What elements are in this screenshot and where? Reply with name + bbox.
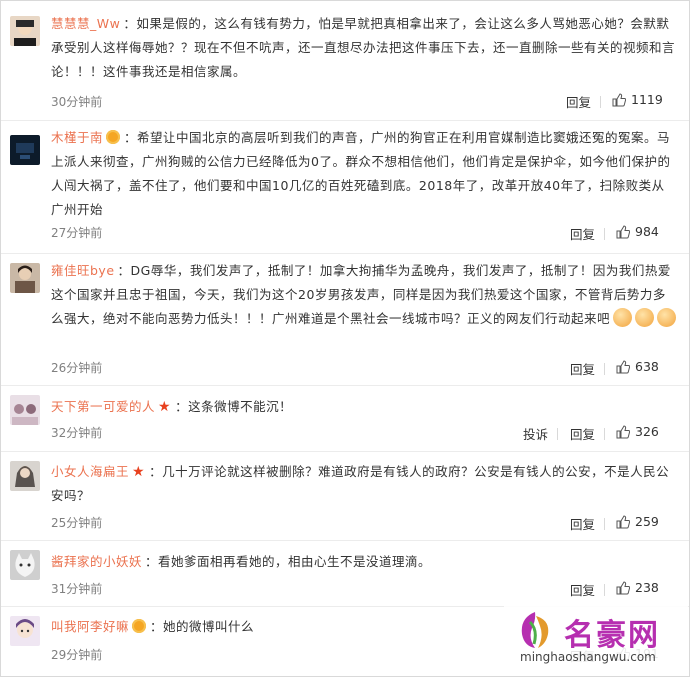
comment-body: ：DG辱华，我们发声了，抵制了！加拿大拘捕华为孟晚舟，我们发声了，抵制了！因为我… xyxy=(51,263,671,326)
like-button[interactable]: 1119 xyxy=(612,92,663,107)
comment-text: 雍佳旺bye ：DG辱华，我们发声了，抵制了！加拿大拘捕华为孟晚舟，我们发声了，抵… xyxy=(51,259,677,331)
reply-button[interactable]: 回复 xyxy=(570,424,595,443)
star-icon: ★ xyxy=(132,464,146,480)
reply-button[interactable]: 回复 xyxy=(570,224,595,243)
like-button[interactable]: 984 xyxy=(616,224,659,239)
like-count: 238 xyxy=(635,580,659,595)
like-count: 326 xyxy=(635,424,659,439)
username-link[interactable]: 雍佳旺bye xyxy=(51,263,115,278)
watermark-title: 名豪网 xyxy=(564,618,660,653)
comment-body: ：希望让中国北京的高层听到我们的声音，广州的狗官正在利用官媒制造比窦娥还冤的冤案… xyxy=(51,130,671,217)
divider xyxy=(557,428,558,440)
username-link[interactable]: 叫我阿李好嘛 xyxy=(51,619,129,634)
username-link[interactable]: 酱拜家的小妖妖 xyxy=(51,554,142,569)
like-count: 638 xyxy=(635,359,659,374)
reply-button[interactable]: 回复 xyxy=(570,580,595,599)
star-icon: ★ xyxy=(158,399,172,415)
thumbs-up-icon xyxy=(616,424,630,438)
like-button[interactable]: 638 xyxy=(616,359,659,374)
thumbs-up-icon xyxy=(616,580,630,594)
comment-body: ：她的微博叫什么 xyxy=(150,619,255,634)
comment-body: ：如果是假的，这么有钱有势力，怕是早就把真相拿出来了，会让这么多人骂她恶心她？会… xyxy=(51,16,676,79)
reply-button[interactable]: 回复 xyxy=(566,92,591,111)
comment-body: ：看她爹面相再看她的，相由心生不是没道理滴。 xyxy=(145,554,432,569)
watermark-logo-icon xyxy=(512,608,558,656)
avatar[interactable] xyxy=(10,461,40,491)
avatar[interactable] xyxy=(10,550,40,580)
comment-item: 小女人海扁王 ★ ：几十万评论就这样被删除？难道政府是有钱人的政府？公安是有钱人的公… xyxy=(1,451,689,541)
reply-button[interactable]: 回复 xyxy=(570,514,595,533)
comment-body: ：这条微博不能沉！ xyxy=(175,399,293,414)
comment-time: 27分钟前 xyxy=(51,226,103,240)
like-button[interactable]: 238 xyxy=(616,580,659,595)
comment-text: 慧慧慧_Ww ：如果是假的，这么有钱有势力，怕是早就把真相拿出来了，会让这么多人骂… xyxy=(51,12,677,84)
like-count: 1119 xyxy=(631,92,663,107)
comment-list: 慧慧慧_Ww ：如果是假的，这么有钱有势力，怕是早就把真相拿出来了，会让这么多人骂… xyxy=(0,0,690,677)
watermark: 名豪网 minghaoshangwu.com xyxy=(504,604,688,676)
fist-emoji-icon xyxy=(635,308,655,327)
divider xyxy=(600,96,601,108)
fist-emoji-icon xyxy=(613,308,633,327)
comment-item: 酱拜家的小妖妖 ：看她爹面相再看她的，相由心生不是没道理滴。 31分钟前 回复 2… xyxy=(1,540,689,607)
fist-emoji-icon xyxy=(657,308,677,327)
avatar[interactable] xyxy=(10,135,40,165)
divider xyxy=(604,363,605,375)
comment-time: 31分钟前 xyxy=(51,582,103,596)
comment-text: 木槿于南 ：希望让中国北京的高层听到我们的声音，广州的狗官正在利用官媒制造比窦娥还… xyxy=(51,126,677,222)
username-link[interactable]: 木槿于南 xyxy=(51,130,103,145)
watermark-url: minghaoshangwu.com xyxy=(520,650,656,664)
username-link[interactable]: 慧慧慧_Ww xyxy=(51,16,120,31)
username-link[interactable]: 天下第一可爱的人 xyxy=(51,399,155,414)
thumbs-up-icon xyxy=(616,359,630,373)
comment-time: 25分钟前 xyxy=(51,516,103,530)
comment-item: 雍佳旺bye ：DG辱华，我们发声了，抵制了！加拿大拘捕华为孟晚舟，我们发声了，抵… xyxy=(1,253,689,386)
thumbs-up-icon xyxy=(616,224,630,238)
fan-badge-icon xyxy=(132,619,147,633)
like-count: 984 xyxy=(635,224,659,239)
divider xyxy=(604,228,605,240)
username-link[interactable]: 小女人海扁王 xyxy=(51,464,129,479)
thumbs-up-icon xyxy=(612,92,626,106)
like-button[interactable]: 259 xyxy=(616,514,659,529)
avatar[interactable] xyxy=(10,16,40,46)
divider xyxy=(604,518,605,530)
comment-time: 32分钟前 xyxy=(51,426,103,440)
comment-text: 酱拜家的小妖妖 ：看她爹面相再看她的，相由心生不是没道理滴。 xyxy=(51,550,677,574)
like-count: 259 xyxy=(635,514,659,529)
thumbs-up-icon xyxy=(616,514,630,528)
divider xyxy=(604,428,605,440)
fan-badge-icon xyxy=(106,130,121,144)
avatar[interactable] xyxy=(10,616,40,646)
comment-time: 29分钟前 xyxy=(51,648,103,662)
comment-item: 慧慧慧_Ww ：如果是假的，这么有钱有势力，怕是早就把真相拿出来了，会让这么多人骂… xyxy=(1,1,689,121)
comment-text: 天下第一可爱的人 ★ ：这条微博不能沉！ xyxy=(51,395,677,419)
comment-item: 木槿于南 ：希望让中国北京的高层听到我们的声音，广州的狗官正在利用官媒制造比窦娥还… xyxy=(1,120,689,254)
comment-time: 26分钟前 xyxy=(51,361,103,375)
comment-time: 30分钟前 xyxy=(51,95,103,109)
divider xyxy=(604,584,605,596)
report-button[interactable]: 投诉 xyxy=(523,424,548,443)
avatar[interactable] xyxy=(10,395,40,425)
comment-item: 天下第一可爱的人 ★ ：这条微博不能沉！ 32分钟前 投诉 回复 326 xyxy=(1,385,689,452)
avatar[interactable] xyxy=(10,263,40,293)
comment-text: 小女人海扁王 ★ ：几十万评论就这样被删除？难道政府是有钱人的政府？公安是有钱人的公… xyxy=(51,460,677,508)
reply-button[interactable]: 回复 xyxy=(570,359,595,378)
like-button[interactable]: 326 xyxy=(616,424,659,439)
